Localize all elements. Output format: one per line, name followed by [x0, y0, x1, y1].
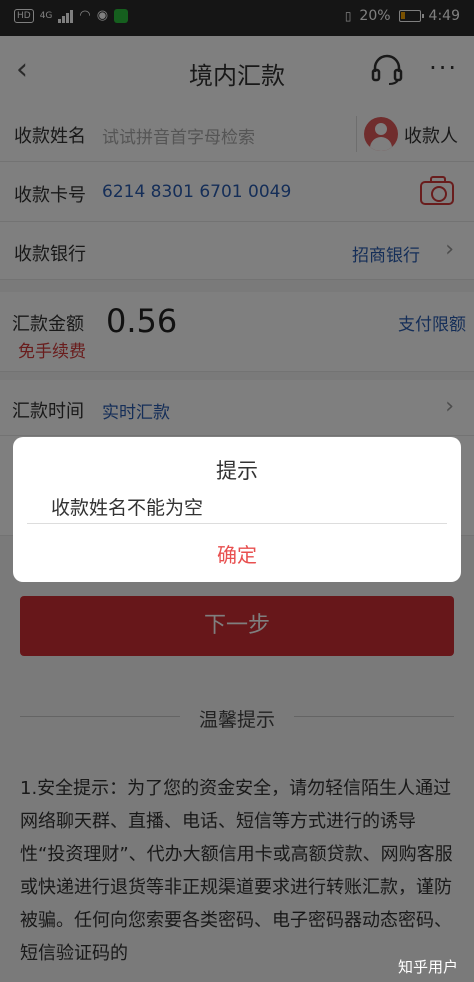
- watermark: 知乎用户: [397, 958, 458, 976]
- confirm-button[interactable]: 确定: [13, 539, 461, 568]
- dialog-message: 收款姓名不能为空: [51, 497, 204, 519]
- alert-dialog: 提示 收款姓名不能为空 确定: [13, 437, 461, 582]
- dialog-title: 提示: [216, 459, 258, 483]
- dialog-divider: [27, 523, 447, 524]
